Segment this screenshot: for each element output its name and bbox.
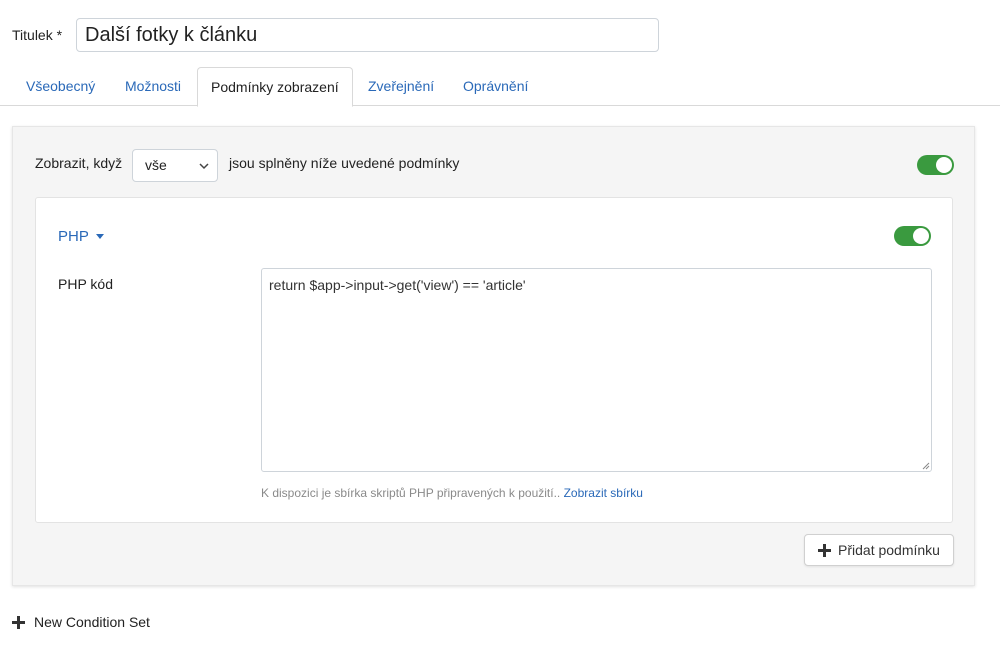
php-code-textarea[interactable]: return $app->input->get('view') == 'arti… <box>261 268 932 472</box>
title-input[interactable] <box>76 18 659 52</box>
condition-type-label: PHP <box>58 228 89 245</box>
condition-card: PHP PHP kód return $app->input->get('vie… <box>35 197 953 523</box>
match-type-select[interactable]: vše <box>132 149 218 182</box>
plus-icon <box>12 615 25 629</box>
tab-display-conditions[interactable]: Podmínky zobrazení <box>197 67 353 107</box>
caret-down-icon <box>95 234 104 239</box>
title-label: Titulek * <box>12 27 63 43</box>
show-collection-link[interactable]: Zobrazit sbírku <box>564 486 643 500</box>
toggle-knob <box>936 157 952 173</box>
php-help-text: K dispozici je sbírka skriptů PHP připra… <box>261 486 643 500</box>
add-condition-label: Přidat podmínku <box>838 542 940 558</box>
chevron-down-icon <box>199 163 209 170</box>
help-description: K dispozici je sbírka skriptů PHP připra… <box>261 486 561 500</box>
match-type-value: vše <box>145 157 167 173</box>
show-when-label: Zobrazit, když <box>35 155 123 171</box>
condition-set-toggle[interactable] <box>917 155 954 175</box>
tab-publishing[interactable]: Zveřejnění <box>355 67 447 106</box>
add-condition-button[interactable]: Přidat podmínku <box>804 534 954 566</box>
php-code-label: PHP kód <box>58 276 113 292</box>
match-description: jsou splněny níže uvedené podmínky <box>229 155 460 171</box>
tab-general[interactable]: Všeobecný <box>13 67 108 106</box>
condition-toggle[interactable] <box>894 226 931 246</box>
tab-bar: Všeobecný Možnosti Podmínky zobrazení Zv… <box>0 67 1000 107</box>
new-condition-set-button[interactable]: New Condition Set <box>12 614 150 630</box>
resize-grip-icon[interactable] <box>922 462 930 470</box>
title-row: Titulek * <box>12 18 659 52</box>
condition-set-panel: Zobrazit, když vše jsou splněny níže uve… <box>12 126 975 586</box>
tab-options[interactable]: Možnosti <box>112 67 194 106</box>
plus-icon <box>818 543 832 557</box>
tab-permissions[interactable]: Oprávnění <box>450 67 541 106</box>
condition-type-dropdown[interactable]: PHP <box>58 228 104 245</box>
toggle-knob <box>913 228 929 244</box>
new-condition-set-label: New Condition Set <box>34 614 150 630</box>
